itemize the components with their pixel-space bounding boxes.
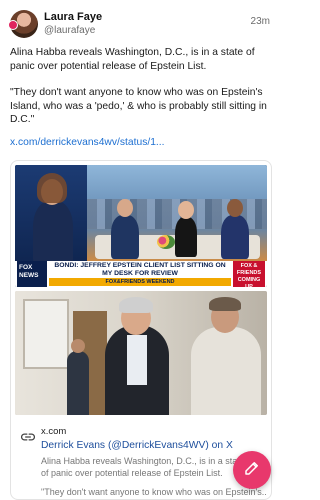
post-body: Alina Habba reveals Washington, D.C., is…: [10, 46, 272, 140]
post-header: Laura Faye @laurafaye 23m: [8, 10, 272, 40]
compose-button[interactable]: [233, 451, 271, 489]
chyron-coming-up: FOX & FRIENDS COMING UP: [233, 261, 265, 287]
link-card-meta: x.com Derrick Evans (@DerrickEvans4WV) o…: [11, 423, 271, 499]
author-display-name[interactable]: Laura Faye: [44, 11, 102, 23]
author-handle[interactable]: @laurafaye: [44, 25, 95, 36]
link-card-domain: x.com: [41, 426, 67, 437]
preview-image-photo: [15, 291, 267, 415]
link-card-description-more: "They don't want anyone to know who was …: [41, 487, 267, 497]
post-paragraph: Alina Habba reveals Washington, D.C., is…: [10, 47, 255, 72]
link-preview-card[interactable]: FOX NEWS BONDI: JEFFREY EPSTEIN CLIENT L…: [10, 160, 272, 500]
link-card-title[interactable]: Derrick Evans (@DerrickEvans4WV) on X: [41, 440, 233, 451]
link-card-description: Alina Habba reveals Washington, D.C., is…: [41, 456, 245, 478]
avatar-badge: [8, 20, 18, 30]
chyron-headline: BONDI: JEFFREY EPSTEIN CLIENT LIST SITTI…: [54, 262, 226, 277]
post-link[interactable]: x.com/derrickevans4wv/status/1...: [10, 137, 165, 148]
tv-chyron: FOX NEWS BONDI: JEFFREY EPSTEIN CLIENT L…: [15, 261, 267, 287]
preview-image-tv-segment: FOX NEWS BONDI: JEFFREY EPSTEIN CLIENT L…: [15, 165, 267, 287]
network-logo: FOX NEWS: [17, 261, 47, 287]
post-timestamp: 23m: [250, 16, 270, 27]
flowers-decoration: [157, 235, 175, 249]
post-paragraph: "They don't want anyone to know who was …: [10, 87, 267, 125]
post: Laura Faye @laurafaye 23m Alina Habba re…: [0, 0, 280, 500]
chyron-show-band: FOX&FRIENDS WEEKEND: [49, 278, 231, 286]
compose-pencil-icon: [243, 459, 261, 482]
link-icon: [21, 429, 35, 441]
